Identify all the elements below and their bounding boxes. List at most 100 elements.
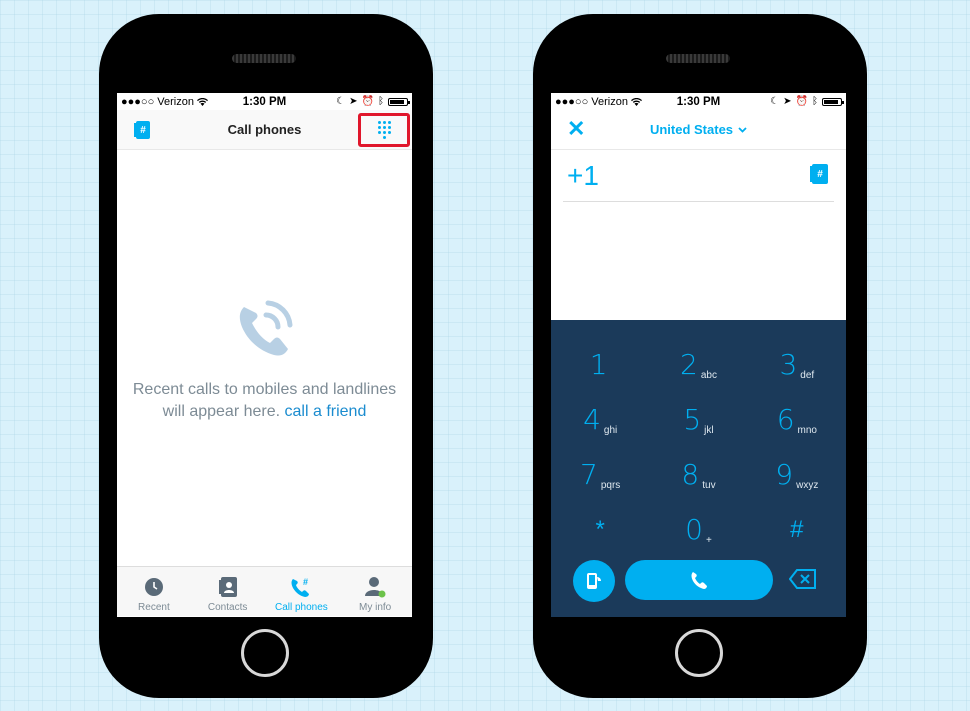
tab-label: Call phones — [274, 602, 328, 613]
key-letters: ghi — [603, 425, 618, 436]
dialpad-icon — [377, 121, 391, 139]
speaker-grille — [232, 54, 296, 63]
phone-right: ●●●○○ Verizon 1:30 PM ☾ ➤ ⏰ ᛒ ✕ United S… — [533, 14, 867, 698]
contacts-book-icon[interactable]: # — [134, 121, 150, 139]
key-digit: # — [790, 516, 804, 543]
key-digit: 4 — [583, 403, 601, 436]
key-letters: wxyz — [796, 480, 819, 491]
nav-bar: ✕ United States — [551, 110, 846, 150]
svg-text:#: # — [303, 577, 308, 587]
call-phones-screen: ●●●○○ Verizon 1:30 PM ☾ ➤ ⏰ ᛒ # Call pho… — [117, 93, 412, 617]
key-letters: + — [705, 535, 712, 546]
phone-contact-icon — [587, 573, 601, 589]
key-letters: abc — [700, 370, 717, 381]
key-3[interactable]: 3 def — [748, 336, 846, 391]
tab-label: Contacts — [207, 602, 248, 613]
clock-icon — [143, 576, 165, 598]
bluetooth-icon: ᛒ — [378, 96, 384, 107]
key-7[interactable]: 7 pqrs — [551, 446, 649, 501]
phone-left: ●●●○○ Verizon 1:30 PM ☾ ➤ ⏰ ᛒ # Call pho… — [99, 14, 433, 698]
call-phones-icon: # — [290, 576, 312, 598]
key-digit: * — [595, 516, 605, 543]
keypad-panel: 1 2 abc 3 def 4 ghi 5 jkl 6 mno 7 pqrs 8 tuv 9w… — [551, 320, 846, 617]
carrier-indicator: ●●●○○ Verizon — [555, 96, 642, 108]
alarm-icon: ⏰ — [795, 96, 808, 107]
number-field[interactable]: +1 # — [563, 150, 834, 202]
key-1[interactable]: 1 — [551, 336, 649, 391]
tab-my-info[interactable]: My info — [338, 567, 412, 616]
empty-state: Recent calls to mobiles and landlines wi… — [117, 150, 412, 566]
backspace-button[interactable] — [788, 568, 818, 590]
status-right-icons: ☾ ➤ ⏰ ᛒ — [770, 96, 844, 107]
key-digit: 1 — [589, 348, 608, 381]
key-letters: def — [800, 370, 815, 381]
keypad: 1 2 abc 3 def 4 ghi 5 jkl 6 mno 7 pqrs 8 tuv 9w… — [551, 336, 846, 556]
tab-contacts[interactable]: Contacts — [191, 567, 265, 616]
battery-icon — [388, 97, 410, 106]
battery-icon — [822, 97, 844, 106]
status-right-icons: ☾ ➤ ⏰ ᛒ — [336, 96, 410, 107]
home-button[interactable] — [675, 629, 723, 677]
key-letters: jkl — [704, 425, 714, 436]
dialer-actions — [551, 559, 846, 603]
moon-icon: ☾ — [336, 96, 346, 107]
call-a-friend-link[interactable]: call a friend — [285, 403, 367, 420]
key-letters: pqrs — [600, 480, 621, 491]
key-hash[interactable]: # — [748, 501, 846, 556]
key-letters: mno — [797, 425, 817, 436]
location-arrow-icon: ➤ — [783, 96, 792, 107]
key-9[interactable]: 9 wxyz — [748, 446, 846, 501]
carrier-indicator: ●●●○○ Verizon — [121, 96, 208, 108]
backspace-icon — [789, 569, 816, 589]
home-button[interactable] — [241, 629, 289, 677]
skype-contact-button[interactable] — [573, 560, 615, 602]
dialed-number: +1 — [567, 159, 599, 191]
tab-label: Recent — [138, 602, 170, 613]
empty-state-text: Recent calls to mobiles and landlines wi… — [117, 379, 412, 423]
key-8[interactable]: 8 tuv — [649, 446, 747, 501]
dialpad-button[interactable] — [358, 113, 410, 147]
key-letters: tuv — [702, 480, 716, 491]
tab-recent[interactable]: Recent — [117, 567, 191, 616]
nav-bar: # Call phones — [117, 110, 412, 150]
contacts-book-glyph: # — [140, 124, 146, 136]
tab-call-phones[interactable]: # Call phones — [265, 567, 339, 616]
country-label: United States — [649, 122, 734, 137]
status-bar: ●●●○○ Verizon 1:30 PM ☾ ➤ ⏰ ᛒ — [551, 93, 846, 110]
key-digit: 7 — [580, 458, 598, 491]
key-digit: 0 — [685, 513, 703, 546]
call-button[interactable] — [625, 560, 773, 600]
phone-icon — [691, 572, 707, 589]
contacts-book-glyph: # — [817, 168, 823, 180]
key-2[interactable]: 2 abc — [649, 336, 747, 391]
country-selector[interactable]: United States — [650, 122, 747, 137]
page-title: Call phones — [227, 122, 302, 137]
status-bar: ●●●○○ Verizon 1:30 PM ☾ ➤ ⏰ ᛒ — [117, 93, 412, 110]
key-star[interactable]: * — [551, 501, 649, 556]
empty-line-2-text: will appear here. — [162, 403, 281, 420]
tab-bar: Recent Contacts # Call phones My info — [117, 566, 412, 616]
wifi-icon — [196, 97, 208, 106]
contacts-icon — [217, 576, 239, 598]
my-info-icon — [364, 576, 386, 598]
tab-label: My info — [359, 602, 392, 613]
wifi-icon — [630, 97, 642, 106]
key-0[interactable]: 0 + — [649, 501, 747, 556]
carrier-label: ●●●○○ Verizon — [555, 95, 628, 108]
key-digit: 3 — [779, 348, 798, 381]
bluetooth-icon: ᛒ — [812, 96, 818, 107]
close-icon[interactable]: ✕ — [567, 118, 585, 140]
key-6[interactable]: 6 mno — [748, 391, 846, 446]
key-4[interactable]: 4 ghi — [551, 391, 649, 446]
key-5[interactable]: 5 jkl — [649, 391, 747, 446]
moon-icon: ☾ — [770, 96, 780, 107]
key-digit: 6 — [776, 403, 795, 436]
carrier-label: ●●●○○ Verizon — [121, 95, 194, 108]
chevron-down-icon — [738, 126, 747, 133]
key-digit: 8 — [681, 458, 700, 491]
key-digit: 2 — [680, 348, 698, 381]
speaker-grille — [666, 54, 730, 63]
key-digit: 5 — [683, 403, 702, 436]
location-arrow-icon: ➤ — [349, 96, 358, 107]
contacts-book-icon[interactable]: # — [810, 164, 828, 184]
